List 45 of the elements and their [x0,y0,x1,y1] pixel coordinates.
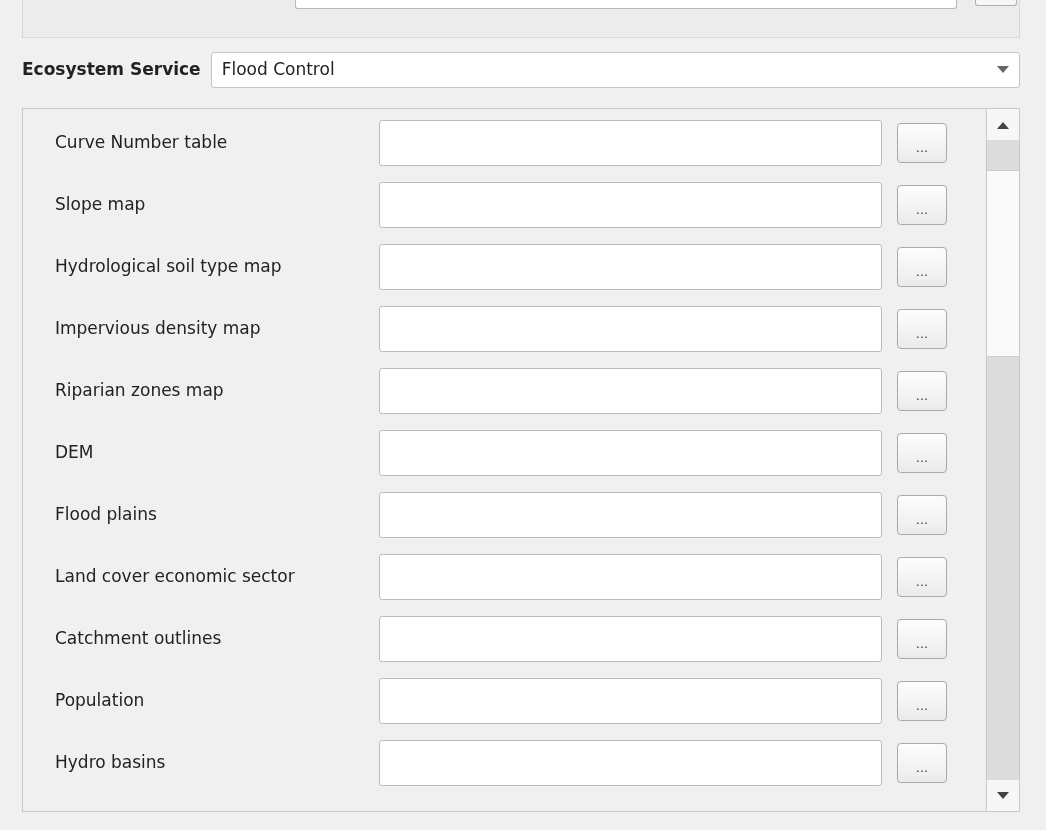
browse-button[interactable] [975,0,1017,6]
input-field[interactable] [379,616,882,662]
input-field[interactable] [379,678,882,724]
input-field[interactable] [379,182,882,228]
service-dropdown[interactable]: Flood Control [210,52,1020,88]
input-field[interactable] [379,430,882,476]
caret-icon [997,66,1009,74]
field-label: Flood plains [55,503,158,527]
scroll-down-button[interactable] [987,780,1019,811]
field-label: Hydrological soil type map [55,255,283,279]
input-field[interactable] [379,740,882,786]
field-label: Impervious density map [55,317,262,341]
browse-button[interactable]: ... [897,681,947,721]
input-field[interactable] [379,492,882,538]
browse-button[interactable]: ... [897,743,947,783]
service-label: Ecosystem Service [22,58,201,82]
field-label: Hydro basins [55,751,167,775]
field-label: DEM [55,441,95,465]
scroll-up-button[interactable] [987,109,1019,140]
field-label: Curve Number table [55,131,229,155]
browse-button[interactable]: ... [897,619,947,659]
input-field[interactable] [379,306,882,352]
browse-button[interactable]: ... [897,495,947,535]
field-label: Population [55,689,146,713]
browse-button[interactable]: ... [897,433,947,473]
scroll-thumb[interactable] [987,170,1019,357]
input-field[interactable] [379,120,882,166]
scrollbar[interactable] [986,109,1019,811]
input-field[interactable] [295,0,957,9]
browse-button[interactable]: ... [897,371,947,411]
dropdown-value: Flood Control [221,58,335,82]
input-field[interactable] [379,554,882,600]
input-field[interactable] [379,244,882,290]
down-arrow-icon [997,791,1009,800]
browse-button[interactable]: ... [897,185,947,225]
field-label: Catchment outlines [55,627,223,651]
browse-button[interactable]: ... [897,247,947,287]
browse-button[interactable]: ... [897,309,947,349]
field-label: Riparian zones map [55,379,225,403]
browse-button[interactable]: ... [897,557,947,597]
input-field[interactable] [379,368,882,414]
up-arrow-icon [997,120,1009,129]
browse-button[interactable]: ... [897,123,947,163]
field-label: Slope map [55,193,147,217]
field-label: Land cover economic sector [55,565,296,589]
